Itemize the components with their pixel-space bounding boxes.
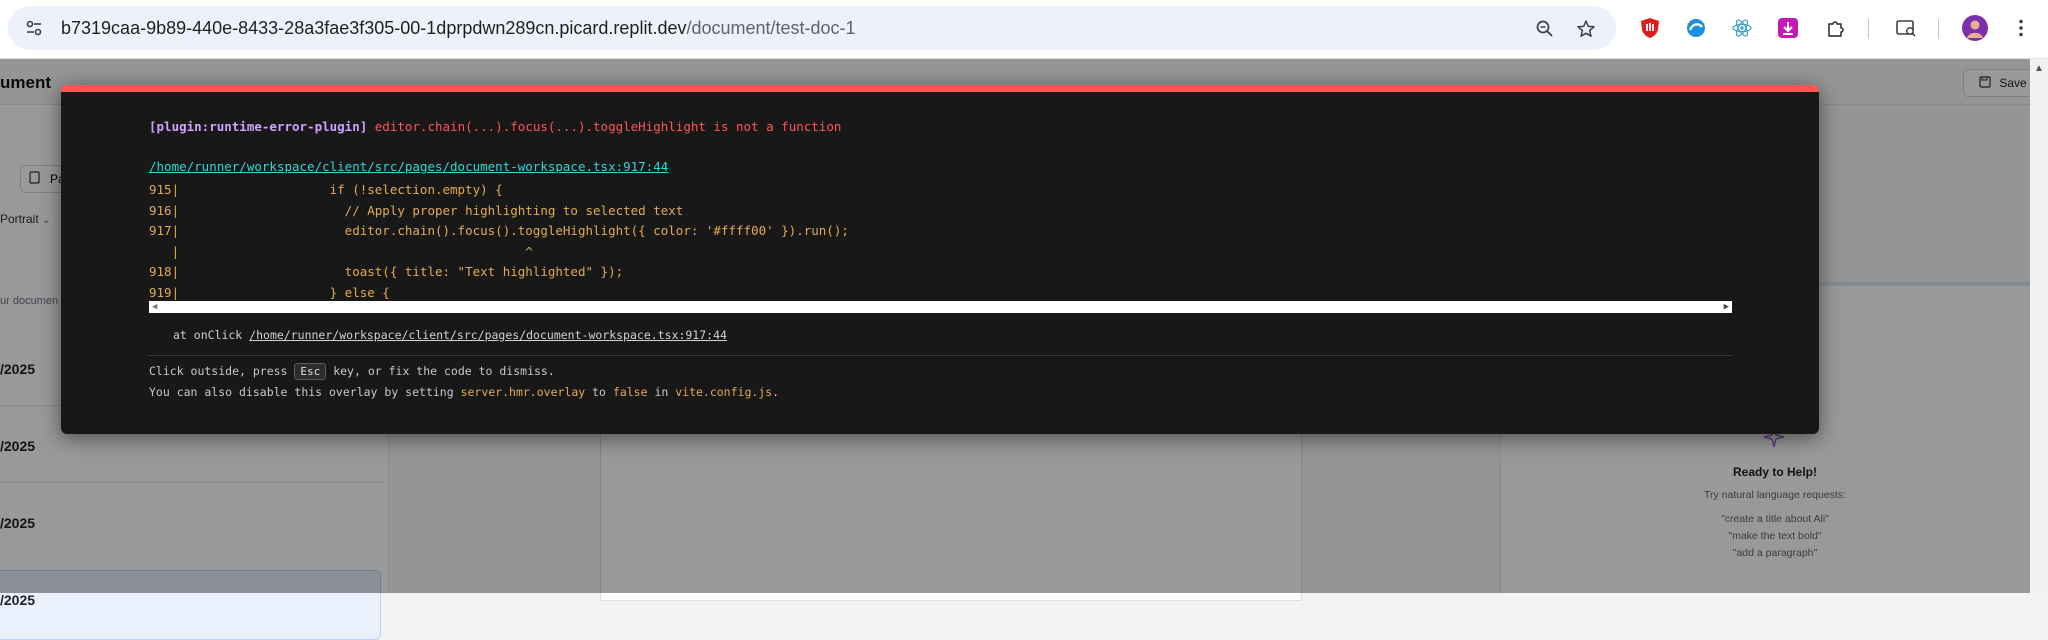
stack-prefix: at onClick <box>173 328 243 342</box>
download-extension-icon[interactable] <box>1775 15 1801 41</box>
tip-text: You can also disable this overlay by set… <box>149 385 461 399</box>
config-file: vite.config.js <box>675 385 773 399</box>
url-host: b7319caa-9b89-440e-8433-28a3fae3f305-00-… <box>61 18 687 38</box>
tip-text: key, or fix the code to dismiss. <box>326 364 555 378</box>
toolbar-divider <box>1868 19 1869 39</box>
tip-text: . <box>772 385 780 399</box>
disable-tip: You can also disable this overlay by set… <box>149 385 779 399</box>
config-value: false <box>612 385 648 399</box>
scroll-right-icon[interactable]: ▶ <box>1724 302 1729 312</box>
error-text: editor.chain(...).focus(...).toggleHighl… <box>374 119 842 134</box>
react-devtools-extension-icon[interactable] <box>1729 15 1755 41</box>
code-line: 915| if (!selection.empty) { <box>149 182 503 197</box>
esc-key: Esc <box>294 363 327 380</box>
extensions-puzzle-icon[interactable] <box>1823 15 1849 41</box>
code-line: 916| // Apply proper highlighting to sel… <box>149 202 684 218</box>
site-settings-icon[interactable] <box>24 18 44 38</box>
vite-error-overlay: [plugin:runtime-error-plugin] editor.cha… <box>61 85 1819 434</box>
toolbar-divider <box>1938 19 1939 39</box>
code-line: 918| toast({ title: "Text highlighted" }… <box>149 264 624 280</box>
tip-text: to <box>585 385 613 399</box>
url-path: /document/test-doc-1 <box>686 18 856 38</box>
scroll-up-icon[interactable]: ▲ <box>2034 63 2044 74</box>
page-scrollbar[interactable]: ▲ <box>2030 59 2048 593</box>
bookmark-star-icon[interactable] <box>1573 16 1599 42</box>
error-plugin: [plugin:runtime-error-plugin] <box>149 119 368 134</box>
url-text[interactable]: b7319caa-9b89-440e-8433-28a3fae3f305-00-… <box>61 18 856 38</box>
config-key: server.hmr.overlay <box>460 385 586 399</box>
stack-file-link[interactable]: /home/runner/workspace/client/src/pages/… <box>249 328 727 342</box>
tip-text: Click outside, press <box>149 364 295 378</box>
error-message: [plugin:runtime-error-plugin] editor.cha… <box>149 119 841 134</box>
browser-toolbar: b7319caa-9b89-440e-8433-28a3fae3f305-00-… <box>0 0 2048 59</box>
dismiss-tip: Click outside, press Esc key, or fix the… <box>149 363 555 380</box>
stack-trace: at onClick /home/runner/workspace/client… <box>173 328 727 342</box>
document-date[interactable]: /2025 <box>0 592 35 608</box>
zoom-icon[interactable] <box>1532 16 1558 42</box>
address-bar[interactable]: b7319caa-9b89-440e-8433-28a3fae3f305-00-… <box>8 6 1616 50</box>
code-line: | ^ <box>149 243 533 259</box>
more-menu-icon[interactable] <box>2008 15 2034 41</box>
code-frame-scrollbar[interactable]: ◀ ▶ <box>149 301 1732 313</box>
code-frame: 915| if (!selection.empty) { 916| // Appl… <box>149 180 849 304</box>
code-line: 917| editor.chain().focus().toggleHighli… <box>149 223 849 239</box>
sky-extension-icon[interactable] <box>1683 15 1709 41</box>
search-tabs-icon[interactable] <box>1893 15 1919 41</box>
profile-avatar-icon[interactable] <box>1962 15 1988 41</box>
tip-text: in <box>647 385 676 399</box>
scroll-left-icon[interactable]: ◀ <box>152 302 157 312</box>
error-file-link[interactable]: /home/runner/workspace/client/src/pages/… <box>149 159 668 174</box>
overlay-divider <box>149 355 1732 356</box>
ublock-extension-icon[interactable] <box>1637 15 1663 41</box>
